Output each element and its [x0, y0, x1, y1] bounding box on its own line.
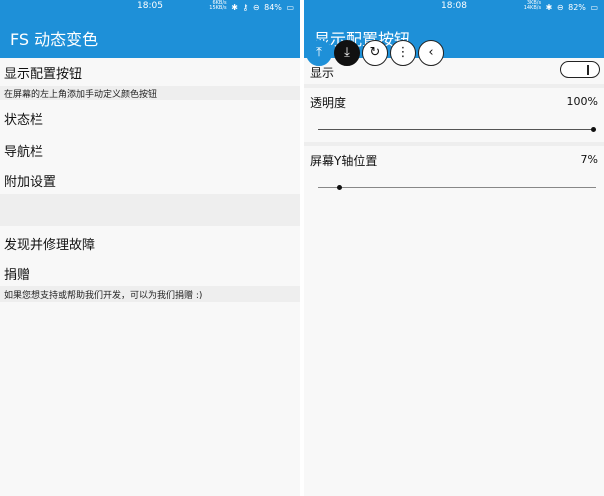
- dnd-icon: ⊖: [556, 3, 564, 12]
- item-extra-settings[interactable]: 附加设置: [0, 171, 300, 190]
- status-icons: 6KB/s 15KB/s ✱ ⚷ ⊖ 84% ▭: [209, 0, 294, 13]
- item-navigation-bar[interactable]: 导航栏: [0, 141, 300, 160]
- opacity-slider-track[interactable]: [318, 129, 596, 130]
- show-label: 显示: [310, 66, 335, 80]
- app-title: FS 动态变色: [10, 30, 99, 49]
- refresh-icon[interactable]: ↻: [362, 40, 388, 66]
- opacity-value: 100%: [566, 95, 598, 108]
- network-speed: 6KB/s 15KB/s: [209, 0, 227, 11]
- opacity-label: 透明度: [310, 96, 347, 110]
- right-screen: 18:08 3KB/s 14KB/s ✱ ⊖ 82% ▭ 显示配置按钮 ⤒ ⤓ ↻…: [304, 0, 604, 496]
- item-donate[interactable]: 捐赠: [0, 264, 300, 283]
- more-vertical-icon[interactable]: ⋮: [390, 40, 416, 66]
- dnd-icon: ⊖: [252, 3, 260, 12]
- bluetooth-icon: ✱: [545, 3, 553, 12]
- item-troubleshoot[interactable]: 发现并修理故障: [0, 234, 300, 253]
- section-divider: [0, 194, 300, 226]
- battery-icon: ▭: [590, 3, 598, 12]
- y-position-label: 屏幕Y轴位置: [310, 154, 378, 168]
- status-icons: 3KB/s 14KB/s ✱ ⊖ 82% ▭: [523, 0, 598, 13]
- item-donate-sub: 如果您想支持或帮助我们开发，可以为我们捐赠 :): [4, 291, 203, 301]
- battery-icon: ▭: [286, 3, 294, 12]
- status-bar: 18:05 6KB/s 15KB/s ✱ ⚷ ⊖ 84% ▭: [0, 0, 300, 14]
- item-status-bar[interactable]: 状态栏: [0, 109, 300, 128]
- battery-percent: 84%: [264, 3, 282, 12]
- show-toggle[interactable]: [560, 61, 600, 78]
- network-speed: 3KB/s 14KB/s: [523, 0, 542, 11]
- left-screen: 18:05 6KB/s 15KB/s ✱ ⚷ ⊖ 84% ▭ FS 动态变色 显示…: [0, 0, 300, 496]
- item-show-config-button[interactable]: 显示配置按钮: [0, 63, 300, 82]
- app-bar: FS 动态变色: [0, 14, 300, 58]
- empty-area: [304, 203, 604, 496]
- toggle-on-indicator: [587, 65, 589, 75]
- y-position-slider-thumb[interactable]: [337, 185, 343, 190]
- y-position-value: 7%: [580, 153, 598, 166]
- divider: [304, 84, 604, 88]
- battery-percent: 82%: [568, 3, 586, 12]
- item-show-config-sub: 在屏幕的左上角添加手动定义颜色按钮: [4, 90, 158, 100]
- download-icon[interactable]: ⤓: [334, 40, 360, 66]
- back-icon[interactable]: ‹: [418, 40, 444, 66]
- status-bar: 18:08 3KB/s 14KB/s ✱ ⊖ 82% ▭: [304, 0, 604, 14]
- divider: [304, 142, 604, 146]
- opacity-slider-thumb[interactable]: [591, 127, 596, 132]
- key-icon: ⚷: [242, 3, 249, 12]
- y-position-slider-track[interactable]: [318, 187, 596, 188]
- pin-icon[interactable]: ⤒: [306, 40, 332, 66]
- bluetooth-icon: ✱: [231, 3, 238, 12]
